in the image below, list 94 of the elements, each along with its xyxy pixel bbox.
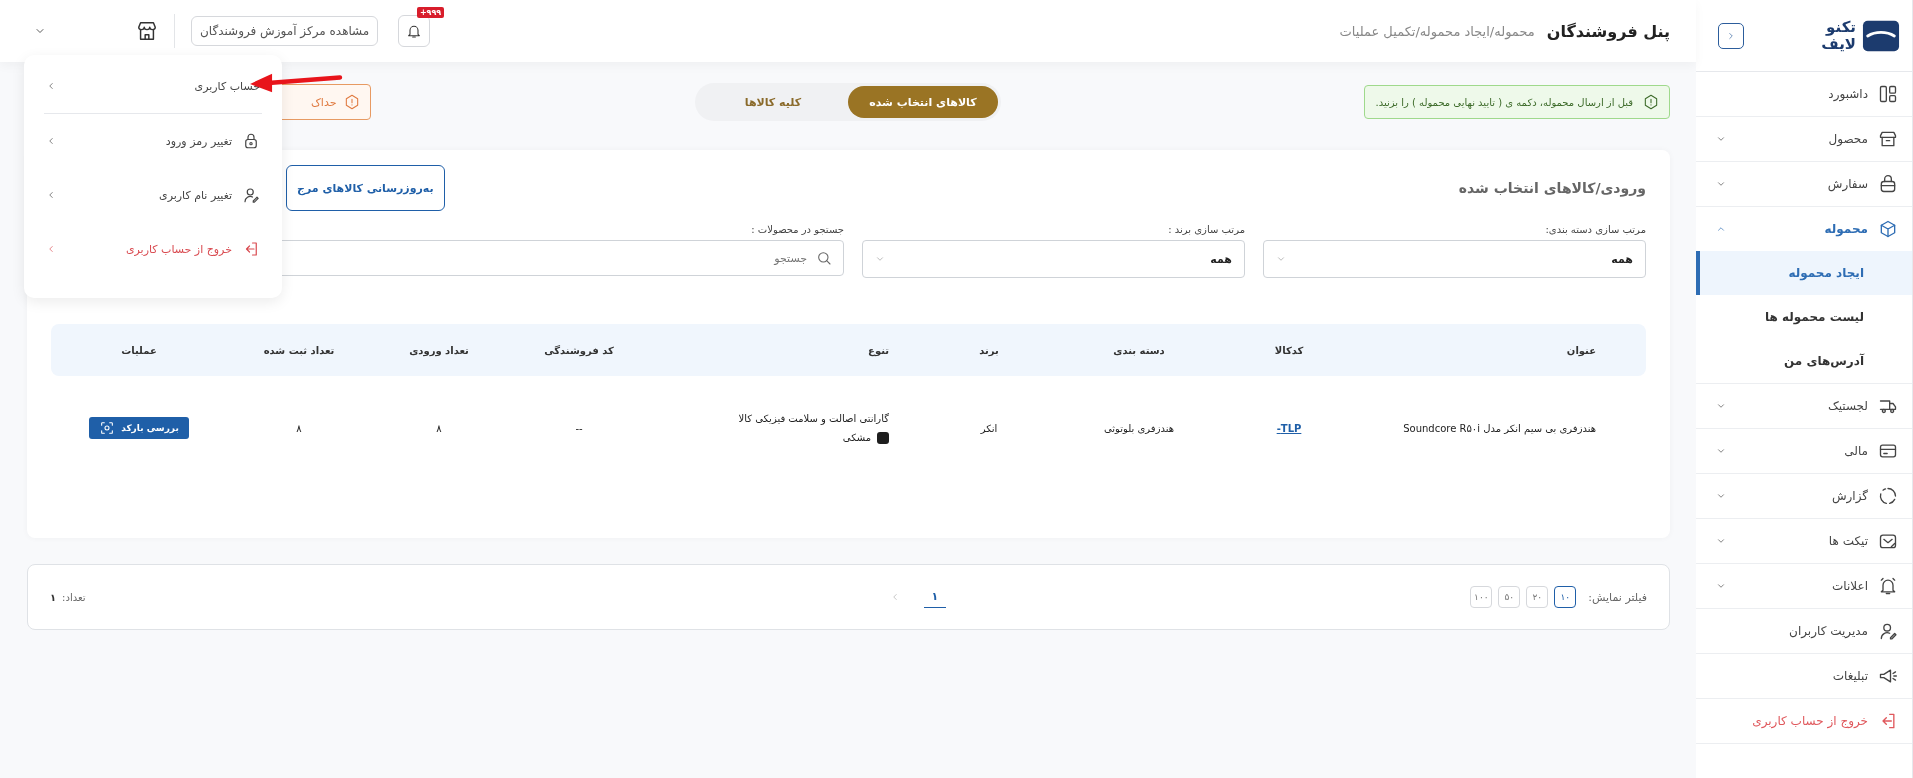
chevron-down-icon [1716,179,1726,189]
sidebar-item[interactable]: داشبورد [1696,72,1912,117]
sidebar-subitem[interactable]: ایجاد محموله [1696,251,1912,295]
warranty-text: گارانتی اصالت و سلامت فیزیکی کالا [738,412,889,424]
chevron-down-icon [1716,446,1726,456]
check-barcode-button[interactable]: بررسی بارکد [89,417,189,439]
count-label: تعداد: [62,591,86,603]
sidebar-item[interactable]: محموله [1696,207,1912,251]
table-cell-text: هندزفری بی سیم انکر مدل Soundcore R۵۰i [1402,422,1597,434]
sidebar-subitem[interactable]: لیست محموله ها [1696,295,1912,339]
chevron-left-icon [46,190,56,200]
collapse-button[interactable] [1718,22,1744,49]
chevron-down-icon [1276,254,1286,264]
bell-icon [1878,576,1898,596]
notification-badge: +۹۹۹ [416,7,445,18]
table-cell-text: ۸ [435,422,443,434]
page-title: پنل فروشندگان [1546,21,1670,41]
page-size-option[interactable]: ۲۰ [1526,586,1549,608]
chevron-right-icon [1726,30,1736,41]
select-field[interactable]: همه [1263,240,1646,278]
sidebar-item[interactable]: مالی [1696,429,1912,474]
breadcrumb: محموله/ایجاد محموله/تکمیل عملیات [1339,23,1535,39]
sidebar-subitem[interactable]: آدرس‌های من [1696,339,1912,383]
chevron-down-icon [1716,536,1726,546]
user-icon [1878,621,1898,641]
select-field[interactable]: همه [862,240,1245,278]
card-title: ورودی/کالاهای انتخاب شده [1458,180,1646,196]
scan-icon [99,420,116,436]
store-icon[interactable] [136,20,158,42]
sidebar-item[interactable]: لجستیک [1696,384,1912,429]
count-value: ۱ [50,591,57,603]
chevron-down-icon [1716,491,1726,501]
menu-item[interactable]: حساب کاربری [40,59,266,113]
menu-item[interactable]: تغییر رمز ورود [40,114,266,168]
page-number[interactable]: ۱ [923,586,947,608]
cube-icon [1878,219,1898,239]
page-size-option[interactable]: ۱۰ [1554,586,1577,608]
filter-label: جستجو در محصولات : [750,224,844,235]
table-cell-text: ۸ [295,422,303,434]
page-size-option[interactable]: ۱۰۰ [1470,586,1493,608]
chevron-left-icon [46,81,56,91]
sidebar-item[interactable]: سفارش [1696,162,1912,207]
column-header: برند [978,344,1000,356]
chevron-down-icon [875,254,885,264]
column-header: کد فروشندگی [543,344,615,356]
color-name: مشکی [842,432,871,443]
shop-icon [1878,129,1898,149]
table-cell-text: انکر [979,422,999,434]
refresh-button[interactable]: به‌روزرسانی کالاهای مرج [286,165,445,211]
chevron-down-icon [1716,134,1726,144]
sidebar-item[interactable]: تبلیغات [1696,654,1912,699]
product-code-link[interactable]: TLP- [1276,422,1302,434]
sidebar-item[interactable]: تیکت ها [1696,519,1912,564]
chevron-left-icon [46,244,56,254]
column-header: عملیات [120,344,158,356]
warning-text: حداک [311,95,337,109]
sidebar-item[interactable]: گزارش [1696,474,1912,519]
logo-text: لایف [1821,35,1856,53]
ring-icon [1878,486,1898,506]
chevron-left-icon [46,136,56,146]
logo-mark-icon [1862,18,1900,53]
column-header: تعداد ثبت شده [262,344,336,356]
user-icon [242,186,260,204]
filter-label: مرتب سازی دسته بندی: [1544,224,1646,235]
bell-icon [406,23,423,39]
sidebar-item[interactable]: اعلانات [1696,564,1912,609]
column-header: تعداد ورودی [408,344,470,356]
alert-icon [1643,94,1659,110]
training-center-button[interactable]: مشاهده مرکز آموزش فروشندگان [191,16,379,46]
filter-label: مرتب سازی برند : [1167,224,1245,235]
column-header: کدکالا [1273,344,1305,356]
bag-icon [1878,174,1898,194]
chevron-up-icon [1716,224,1726,234]
column-header: عنوان [1565,344,1597,356]
sidebar-item[interactable]: خروج از حساب کاربری [1696,699,1912,744]
page-size-option[interactable]: ۵۰ [1498,586,1521,608]
table-cell-text: هندزفری بلوتوثی [1103,422,1175,434]
lock-icon [242,132,260,150]
logo-text: تکنو [1824,18,1856,36]
table-cell-text: -- [574,422,584,434]
chevron-down-icon [1716,581,1726,591]
column-header: دسته بندی [1112,344,1166,356]
chevron-down-icon [1716,401,1726,411]
search-icon [816,250,832,266]
notice-text: قبل از ارسال محموله، دکمه ی ( تایید نهایی محموله ) را بزنید. [1375,96,1633,108]
page-size-label: فیلتر نمایش: [1588,590,1647,604]
alert-icon [344,94,361,110]
sidebar-item[interactable]: محصول [1696,117,1912,162]
tab[interactable]: کلیه کالاها [697,86,848,118]
grid-icon [1878,84,1898,104]
tab[interactable]: کالاهای انتخاب شده [847,86,998,118]
menu-item[interactable]: تغییر نام کاربری [40,168,266,222]
column-header: تنوع [867,344,890,356]
sidebar-item[interactable]: مدیریت کاربران [1696,609,1912,654]
